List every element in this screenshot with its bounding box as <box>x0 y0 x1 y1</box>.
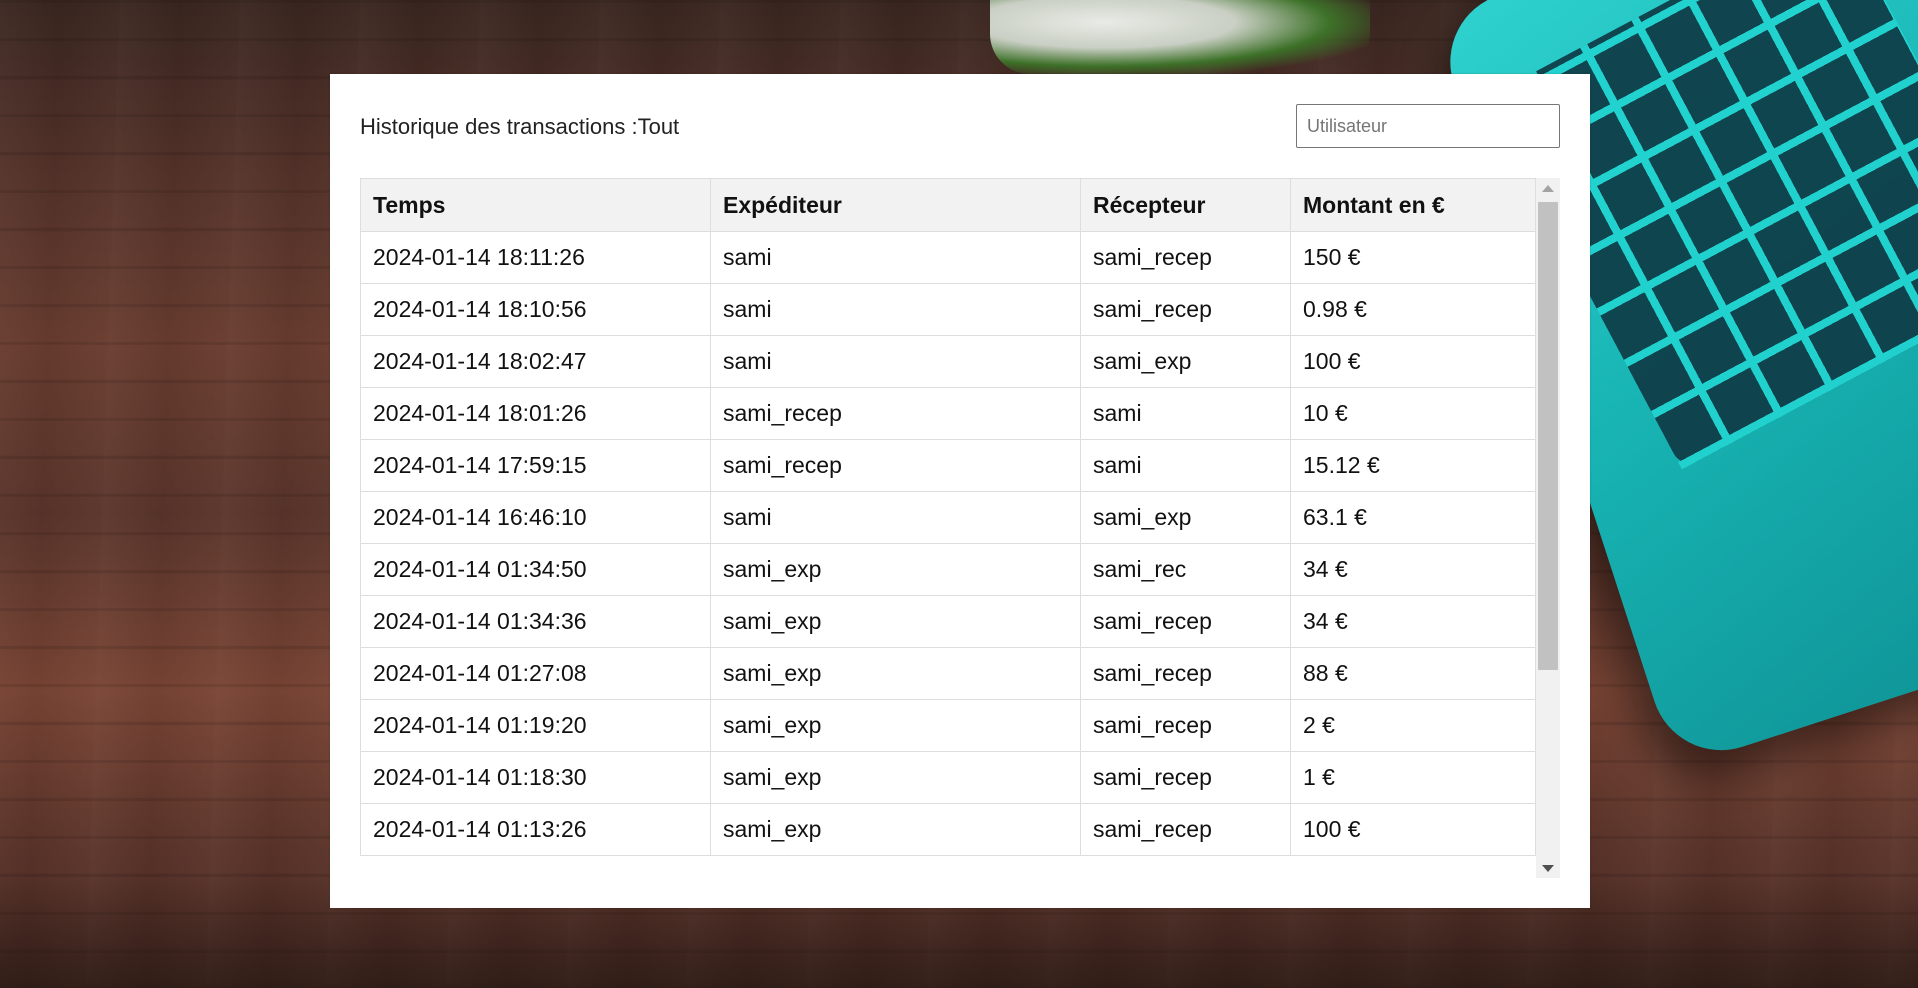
cell-montant: 10 € <box>1290 387 1536 440</box>
cell-montant: 100 € <box>1290 335 1536 388</box>
cell-expediteur: sami_exp <box>710 699 1081 752</box>
cell-expediteur: sami_exp <box>710 543 1081 596</box>
cell-temps: 2024-01-14 18:11:26 <box>360 231 711 284</box>
cell-recepteur: sami_recep <box>1080 699 1291 752</box>
column-header-recepteur[interactable]: Récepteur <box>1080 178 1291 232</box>
cell-expediteur: sami <box>710 335 1081 388</box>
table-row[interactable]: 2024-01-14 01:34:50 sami_exp sami_rec 34 € <box>360 543 1536 596</box>
column-header-montant[interactable]: Montant en € <box>1290 178 1536 232</box>
cell-recepteur: sami_recep <box>1080 283 1291 336</box>
page-title: Historique des transactions :Tout <box>360 114 680 139</box>
cell-recepteur: sami_recep <box>1080 751 1291 804</box>
table-row[interactable]: 2024-01-14 01:27:08 sami_exp sami_recep 88 … <box>360 647 1536 700</box>
cell-expediteur: sami <box>710 491 1081 544</box>
cell-temps: 2024-01-14 18:10:56 <box>360 283 711 336</box>
scrollbar-thumb[interactable] <box>1538 202 1558 670</box>
table-row[interactable]: 2024-01-14 01:13:26 sami_exp sami_recep 100… <box>360 803 1536 856</box>
table-row[interactable]: 2024-01-14 01:34:36 sami_exp sami_recep 34 … <box>360 595 1536 648</box>
cell-montant: 63.1 € <box>1290 491 1536 544</box>
cell-montant: 88 € <box>1290 647 1536 700</box>
column-header-temps[interactable]: Temps <box>360 178 711 232</box>
table-row[interactable]: 2024-01-14 17:59:15 sami_recep sami 15.12 € <box>360 439 1536 492</box>
cell-recepteur: sami <box>1080 387 1291 440</box>
table-row[interactable]: 2024-01-14 01:19:20 sami_exp sami_recep 2 € <box>360 699 1536 752</box>
cell-recepteur: sami_exp <box>1080 335 1291 388</box>
scroll-down-button[interactable] <box>1536 858 1560 878</box>
cell-expediteur: sami <box>710 231 1081 284</box>
cell-montant: 2 € <box>1290 699 1536 752</box>
table-header-row: Temps Expéditeur Récepteur Montant en € <box>360 178 1536 232</box>
cell-montant: 34 € <box>1290 543 1536 596</box>
table-row[interactable]: 2024-01-14 01:18:30 sami_exp sami_recep 1 € <box>360 751 1536 804</box>
cell-temps: 2024-01-14 01:19:20 <box>360 699 711 752</box>
cell-expediteur: sami_recep <box>710 439 1081 492</box>
cell-montant: 34 € <box>1290 595 1536 648</box>
table-row[interactable]: 2024-01-14 18:10:56 sami sami_recep 0.98 € <box>360 283 1536 336</box>
scroll-up-button[interactable] <box>1536 178 1560 198</box>
table-row[interactable]: 2024-01-14 18:01:26 sami_recep sami 10 € <box>360 387 1536 440</box>
cell-recepteur: sami_recep <box>1080 231 1291 284</box>
cell-recepteur: sami_recep <box>1080 595 1291 648</box>
cell-temps: 2024-01-14 16:46:10 <box>360 491 711 544</box>
arrow-up-icon <box>1542 184 1554 192</box>
cell-temps: 2024-01-14 01:13:26 <box>360 803 711 856</box>
cell-temps: 2024-01-14 01:18:30 <box>360 751 711 804</box>
cell-expediteur: sami_exp <box>710 647 1081 700</box>
cell-recepteur: sami <box>1080 439 1291 492</box>
cell-montant: 150 € <box>1290 231 1536 284</box>
cell-montant: 0.98 € <box>1290 283 1536 336</box>
cell-expediteur: sami_exp <box>710 751 1081 804</box>
table-scrollbar[interactable] <box>1536 178 1560 878</box>
transactions-table-container[interactable]: Temps Expéditeur Récepteur Montant en € … <box>360 178 1560 878</box>
column-header-expediteur[interactable]: Expéditeur <box>710 178 1081 232</box>
cell-temps: 2024-01-14 18:01:26 <box>360 387 711 440</box>
cell-expediteur: sami_exp <box>710 595 1081 648</box>
table-row[interactable]: 2024-01-14 18:11:26 sami sami_recep 150 € <box>360 231 1536 284</box>
background-plant <box>990 0 1370 74</box>
cell-recepteur: sami_recep <box>1080 647 1291 700</box>
cell-temps: 2024-01-14 01:27:08 <box>360 647 711 700</box>
table-row[interactable]: 2024-01-14 18:02:47 sami sami_exp 100 € <box>360 335 1536 388</box>
cell-temps: 2024-01-14 18:02:47 <box>360 335 711 388</box>
cell-expediteur: sami_recep <box>710 387 1081 440</box>
cell-expediteur: sami <box>710 283 1081 336</box>
cell-recepteur: sami_rec <box>1080 543 1291 596</box>
cell-temps: 2024-01-14 01:34:50 <box>360 543 711 596</box>
cell-montant: 1 € <box>1290 751 1536 804</box>
user-filter-input[interactable] <box>1296 104 1560 148</box>
cell-recepteur: sami_recep <box>1080 803 1291 856</box>
cell-temps: 2024-01-14 17:59:15 <box>360 439 711 492</box>
table-row[interactable]: 2024-01-14 16:46:10 sami sami_exp 63.1 € <box>360 491 1536 544</box>
cell-montant: 15.12 € <box>1290 439 1536 492</box>
transactions-panel: Historique des transactions :Tout Temps … <box>330 74 1590 908</box>
transactions-table: Temps Expéditeur Récepteur Montant en € … <box>360 178 1536 856</box>
cell-temps: 2024-01-14 01:34:36 <box>360 595 711 648</box>
cell-montant: 100 € <box>1290 803 1536 856</box>
cell-recepteur: sami_exp <box>1080 491 1291 544</box>
cell-expediteur: sami_exp <box>710 803 1081 856</box>
arrow-down-icon <box>1542 864 1554 872</box>
